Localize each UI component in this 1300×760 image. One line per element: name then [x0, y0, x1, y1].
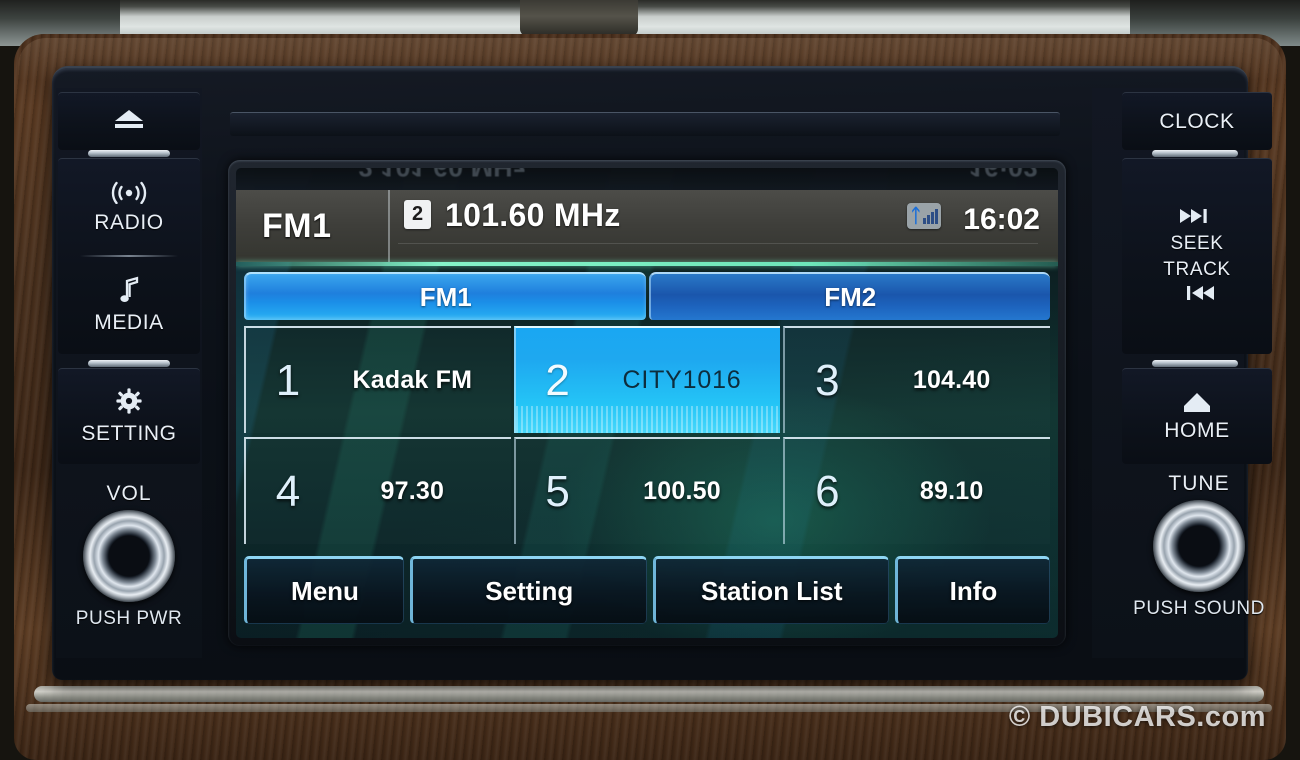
preset-button-3[interactable]: 3 104.40 [783, 326, 1051, 433]
dashboard-center-nub [520, 0, 638, 36]
setting-button[interactable]: SETTING [58, 368, 200, 464]
tab-fm2[interactable]: FM2 [648, 272, 1050, 320]
media-button-label: MEDIA [94, 310, 164, 334]
preset-4-number: 4 [275, 466, 301, 516]
radio-waves-icon [109, 180, 149, 209]
preset-button-1[interactable]: 1 Kadak FM [244, 326, 511, 433]
radio-media-divider [80, 255, 178, 257]
tune-knob[interactable] [1153, 500, 1245, 592]
current-frequency: 101.60 MHz [445, 197, 621, 233]
screen-top-reflection: 2 101.60 MHz 16:02 [236, 168, 1058, 190]
header-main: 2 101.60 MHz ᛏ 16:02 [390, 190, 1058, 262]
seek-label-line1: SEEK [1170, 232, 1224, 254]
preset-button-6[interactable]: 6 89.10 [783, 437, 1051, 544]
eject-button[interactable] [58, 92, 200, 150]
push-sound-label: PUSH SOUND [1133, 598, 1265, 619]
radio-button-label: RADIO [94, 210, 164, 234]
preset-1-number: 1 [275, 355, 301, 405]
seek-label-line2: TRACK [1163, 258, 1231, 280]
radio-media-button-group: RADIO MEDIA [58, 158, 200, 354]
soft-key-bar: Menu Setting Station List Info [244, 556, 1050, 624]
preset-5-number: 5 [545, 466, 570, 516]
media-button[interactable]: MEDIA [58, 255, 200, 355]
eject-key-highlight [88, 150, 170, 157]
preset-3-number: 3 [815, 355, 840, 405]
music-note-icon [116, 276, 142, 309]
infotainment-photo: RADIO MEDIA SETTING VOL PUSH PWR CLOCK S… [0, 0, 1300, 760]
current-band-label: FM1 [262, 206, 332, 245]
push-power-label: PUSH PWR [75, 608, 183, 629]
chrome-accent-strip [34, 686, 1264, 702]
info-button[interactable]: Info [895, 556, 1050, 624]
volume-knob-group: VOL PUSH PWR [58, 482, 200, 630]
setting-soft-button[interactable]: Setting [410, 556, 647, 624]
preset-button-5[interactable]: 5 100.50 [513, 437, 781, 544]
preset-button-2[interactable]: 2 CITY1016 [513, 326, 781, 433]
radio-button[interactable]: RADIO [58, 159, 200, 255]
head-unit-top-vent [230, 112, 1060, 136]
station-list-button[interactable]: Station List [652, 556, 889, 624]
bluetooth-icon: ᛏ [907, 203, 942, 229]
skip-forward-icon [1178, 208, 1216, 229]
status-clock: 16:02 [963, 203, 1040, 236]
preset-row-top: 1 Kadak FM 2 CITY1016 3 104.40 [244, 326, 1051, 433]
preset-4-label: 97.30 [380, 477, 445, 505]
header-accent-glow [236, 262, 1058, 266]
display-bezel: 2 101.60 MHz 16:02 FM1 2 101.60 MHz ᛏ [228, 160, 1066, 646]
status-header: FM1 2 101.60 MHz ᛏ 16:02 [236, 190, 1058, 262]
home-key-highlight [1152, 360, 1238, 367]
header-underline [398, 243, 1038, 244]
home-icon [1182, 391, 1212, 418]
volume-knob[interactable] [83, 510, 175, 602]
tab-fm1[interactable]: FM1 [244, 272, 646, 320]
clock-key-highlight [1152, 150, 1238, 157]
eject-icon [112, 108, 146, 135]
preset-6-label: 89.10 [919, 477, 984, 505]
reflection-text: 2 101.60 MHz [358, 168, 526, 183]
band-tab-bar: FM1 FM2 [244, 272, 1050, 320]
watermark: © DUBICARS.com [1008, 701, 1266, 733]
display-screen[interactable]: 2 101.60 MHz 16:02 FM1 2 101.60 MHz ᛏ [236, 168, 1058, 638]
home-button[interactable]: HOME [1122, 368, 1272, 464]
gear-icon [116, 387, 142, 419]
preset-6-number: 6 [815, 466, 840, 516]
tune-knob-cap-label: TUNE [1168, 472, 1230, 495]
setting-button-label: SETTING [81, 421, 177, 445]
preset-1-label: Kadak FM [352, 366, 473, 394]
menu-button[interactable]: Menu [244, 556, 404, 624]
setting-key-highlight [88, 360, 170, 367]
current-preset-badge: 2 [404, 200, 431, 229]
clock-button[interactable]: CLOCK [1122, 92, 1272, 150]
preset-2-label: CITY1016 [622, 366, 742, 394]
preset-5-label: 100.50 [643, 477, 721, 505]
reflection-clock: 16:02 [969, 168, 1038, 183]
preset-row-bottom: 4 97.30 5 100.50 6 89.10 [244, 437, 1051, 544]
volume-knob-cap-label: VOL [106, 482, 152, 505]
seek-track-button[interactable]: SEEK TRACK [1122, 158, 1272, 354]
preset-button-4[interactable]: 4 97.30 [244, 437, 511, 544]
home-button-label: HOME [1164, 418, 1230, 442]
tune-knob-group: TUNE PUSH SOUND [1128, 472, 1270, 620]
header-status-group: ᛏ 16:02 [907, 197, 1058, 237]
preset-3-label: 104.40 [912, 366, 991, 394]
skip-back-icon [1178, 285, 1216, 306]
preset-grid: 1 Kadak FM 2 CITY1016 3 104.40 4 97.30 5… [244, 326, 1051, 544]
preset-2-number: 2 [545, 355, 570, 405]
clock-button-label: CLOCK [1159, 109, 1235, 133]
